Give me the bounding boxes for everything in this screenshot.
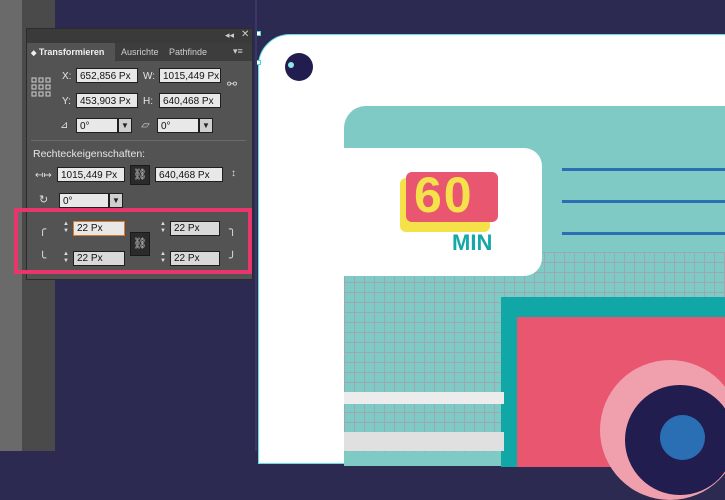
reference-point-icon[interactable] [31,77,51,97]
y-field[interactable]: 453,903 Px [76,93,138,108]
corner-radius-highlight [14,208,252,274]
tab-label: Transformieren [38,47,105,57]
white-bar [344,392,504,404]
gear-center [660,415,705,460]
text-line-2 [562,200,725,203]
shear-icon: ▱ [141,120,149,131]
badge-60-logo: 60 [400,167,500,232]
tab-transformieren[interactable]: ◆ Transformieren [27,43,115,61]
panel-titlebar[interactable]: ◂◂ ✕ [27,29,252,43]
h-field[interactable]: 640,468 Px [159,93,221,108]
panel-menu-icon[interactable]: ▾≡ [233,46,243,57]
circle-anchor-point [288,62,294,68]
text-line-1 [562,168,725,171]
rotate-icon: ↻ [39,194,49,206]
rect-width-field[interactable]: 1015,449 Px [57,167,125,182]
rect-props-title: Rechteckeigenschaften: [33,148,146,160]
white-bar-2 [344,432,504,451]
badge-unit: MIN [452,230,493,255]
x-label: X: [62,71,72,82]
close-icon[interactable]: ✕ [241,29,249,40]
text-line-3 [562,232,725,235]
rotation-dropdown-icon[interactable]: ▼ [109,193,123,208]
angle-field[interactable]: 0° [76,118,118,133]
w-field[interactable]: 1015,449 Px [159,68,221,83]
tab-ausrichten[interactable]: Ausrichte [117,43,167,61]
panel-tabs: ◆ Transformieren Ausrichte Pathfinde ▾≡ [27,43,252,61]
divider [31,140,246,141]
link-dimensions-icon[interactable]: ⛓ [130,165,150,185]
y-label: Y: [62,96,71,107]
w-label: W: [143,71,156,82]
tab-pathfinder[interactable]: Pathfinde [165,43,221,61]
constrain-proportions-icon[interactable]: ⚯ [227,77,237,91]
height-icon: ↕ [231,168,236,179]
rect-rotation-field[interactable]: 0° [59,193,109,208]
shear-field[interactable]: 0° [157,118,199,133]
collapse-icon[interactable]: ◂◂ [225,30,234,41]
width-icon: ↤↦ [35,170,52,181]
angle-dropdown-icon[interactable]: ▼ [118,118,132,133]
rect-height-field[interactable]: 640,468 Px [155,167,223,182]
artboard-guide-line [255,0,257,451]
rotate-angle-icon: ⊿ [60,120,69,131]
h-label: H: [143,96,153,107]
shear-dropdown-icon[interactable]: ▼ [199,118,213,133]
badge-number: 60 [414,167,474,223]
x-field[interactable]: 652,856 Px [76,68,138,83]
